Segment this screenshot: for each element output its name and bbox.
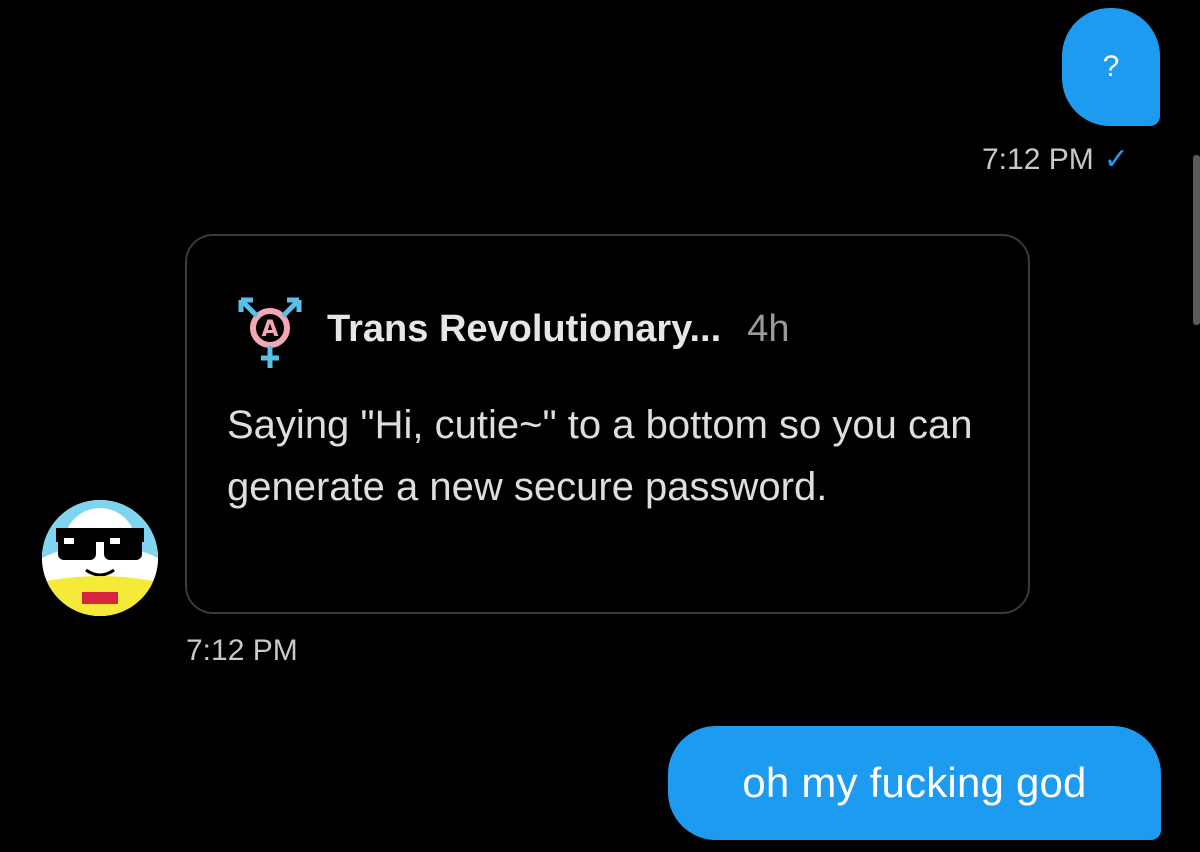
sent-message-bubble[interactable]: oh my fucking god bbox=[668, 726, 1161, 840]
scrollbar[interactable] bbox=[1193, 155, 1200, 325]
post-header: A Trans Revolutionary... 4h bbox=[231, 286, 789, 372]
post-age: 4h bbox=[747, 307, 790, 350]
timestamp-text: 7:12 PM bbox=[186, 634, 298, 667]
conversation-view: ? 7:12 PM ✓ A Trans Revolutionary... 4h … bbox=[0, 0, 1200, 852]
post-author[interactable]: Trans Revolutionary... bbox=[327, 308, 721, 351]
check-icon: ✓ bbox=[1103, 143, 1129, 176]
message-timestamp: 7:12 PM bbox=[186, 634, 298, 668]
transgender-anarchy-avatar-icon: A bbox=[238, 297, 302, 368]
shared-post-card[interactable]: A Trans Revolutionary... 4h Saying "Hi, … bbox=[185, 234, 1030, 614]
sent-message-bubble[interactable]: ? bbox=[1062, 8, 1160, 126]
post-text: Saying "Hi, cutie~" to a bottom so you c… bbox=[227, 403, 973, 509]
timestamp-text: 7:12 PM bbox=[982, 142, 1094, 176]
avatar[interactable] bbox=[42, 500, 158, 616]
message-text: ? bbox=[1102, 50, 1120, 83]
message-timestamp: 7:12 PM ✓ bbox=[982, 142, 1129, 177]
svg-text:A: A bbox=[261, 317, 278, 342]
cartoon-avatar-icon bbox=[42, 500, 158, 616]
message-text: oh my fucking god bbox=[742, 759, 1087, 806]
